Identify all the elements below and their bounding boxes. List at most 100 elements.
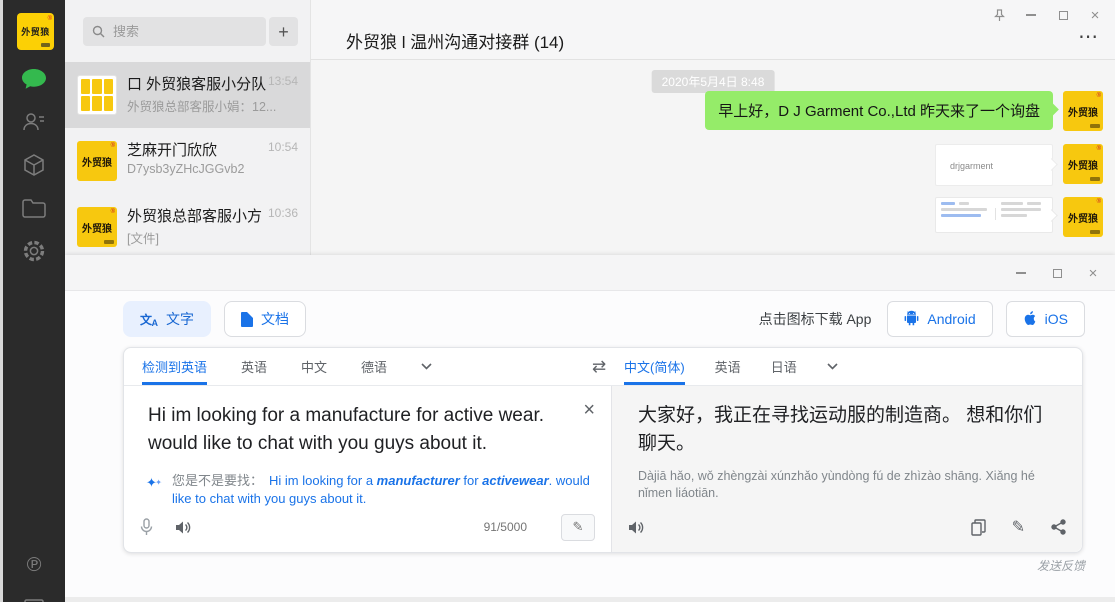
avatar-tile [104,79,113,94]
source-text[interactable]: Hi im looking for a manufacture for acti… [148,402,567,458]
avatar[interactable]: 外贸狼 ® [1063,91,1103,131]
avatar-mini-mark [1090,124,1100,128]
chat-list-item[interactable]: 外贸狼 ® 外贸狼总部客服小方 [文件] 10:36 [65,194,310,260]
app-logo[interactable]: 外贸狼 ® [17,13,54,50]
apple-icon [1023,310,1037,329]
search-icon [92,25,105,43]
chevron-down-icon[interactable] [421,363,432,370]
sidebar-item-link[interactable]: ℗ [3,548,65,582]
microphone-button[interactable] [140,518,153,536]
suggestion-prefix: 您是不是要找： [172,473,263,488]
date-badge: 2020年5月4日 8:48 [652,70,775,93]
translator-toolbar: 文 A 文字 文档 点击图标下载 App Android iOS [123,301,1085,337]
avatar-mini-mark [1090,230,1100,234]
add-chat-button[interactable]: + [269,17,298,46]
chat-list-item[interactable]: 外贸狼 ® 芝麻开门欣欣 D7ysb3yZHcJGGvb2 10:54 [65,128,310,194]
search-row: + [65,0,310,62]
tab-source-english[interactable]: 英语 [241,348,267,385]
thumb-line [941,208,987,211]
avatar[interactable]: 外贸狼 ® [1063,197,1103,237]
avatar-text: 外贸狼 [1068,157,1098,172]
search-input[interactable] [83,17,266,46]
message-row: 早上好，D J Garment Co.,Ltd 昨天来了一个询盘 外贸狼 ® [705,91,1103,131]
swap-languages-button[interactable]: ⇄ [582,348,616,385]
maximize-button[interactable] [1049,265,1065,281]
avatar-tile [81,79,90,94]
logo-mini-mark [41,43,50,47]
registered-mark-icon: ® [48,16,52,22]
listen-translation-button[interactable] [628,520,645,535]
chat-item-subtitle: D7ysb3yZHcJGGvb2 [127,162,244,176]
android-icon [904,309,919,329]
sparkle-icon: ✦ ✦ [144,472,162,492]
image-message[interactable]: drjgarment [935,144,1053,186]
edit-source-button[interactable]: ✎ [561,514,595,541]
android-button[interactable]: Android [887,301,992,337]
edit-translation-button[interactable]: ✎ [1012,517,1025,537]
chat-item-subtitle: 外贸狼总部客服小娟：12... [127,96,276,115]
suggestion-text[interactable]: 您是不是要找：Hi im looking for a manufacturer … [172,472,591,508]
source-language-tabs: 检测到英语 英语 中文 德语 [142,348,432,385]
avatar[interactable]: 外贸狼 ® [1063,144,1103,184]
minimize-button[interactable] [1023,7,1039,23]
chat-item-time: 10:54 [268,140,298,154]
sparkle-small: ✦ [155,474,162,492]
clear-source-button[interactable]: × [583,400,595,420]
android-button-label: Android [927,311,975,327]
message-bubble[interactable]: 早上好，D J Garment Co.,Ltd 昨天来了一个询盘 [705,91,1053,130]
avatar: 外贸狼 ® [77,207,117,247]
close-button[interactable]: × [1087,7,1103,23]
search-box [83,17,266,46]
tab-source-chinese[interactable]: 中文 [301,348,327,385]
pinyin-transliteration: Dàjiā hǎo, wǒ zhèngzài xúnzhǎo yùndòng f… [638,468,1058,502]
listen-source-button[interactable] [175,520,192,535]
source-panel: Hi im looking for a manufacture for acti… [124,386,612,552]
sidebar-item-contacts[interactable] [3,105,65,139]
ios-button[interactable]: iOS [1006,301,1085,337]
tab-text[interactable]: 文 A 文字 [123,301,211,337]
pin-icon[interactable] [991,7,1007,23]
suggestion-correction: activewear [482,473,549,488]
tab-target-english[interactable]: 英语 [715,348,741,385]
chat-list-item[interactable]: 口 外贸狼客服小分队 外贸狼总部客服小娟：12... 13:54 [65,62,310,128]
thumb-line [959,202,969,205]
registered-mark-icon: ® [111,143,115,149]
registered-mark-icon: ® [1097,199,1101,205]
target-footer: ✎ [628,512,1066,542]
tab-target-japanese[interactable]: 日语 [771,348,797,385]
copy-button[interactable] [971,519,986,536]
thumb-line [1001,214,1027,217]
sidebar-item-files[interactable] [3,191,65,225]
tab-target-chinese-simplified[interactable]: 中文(简体) [624,348,685,385]
maximize-button[interactable] [1055,7,1071,23]
group-avatar [77,75,117,115]
tab-document[interactable]: 文档 [224,301,306,337]
spelling-suggestion: ✦ ✦ 您是不是要找： Hi im looking for a manufactu… [144,472,591,508]
language-bar: 检测到英语 英语 中文 德语 ⇄ 中文(简体) 英语 日语 [124,348,1082,386]
sidebar-item-monitor[interactable] [3,590,65,602]
translated-text[interactable]: 大家好，我正在寻找运动服的制造商。 想和你们聊天。 [638,402,1058,458]
chat-header: 外贸狼 l 温州沟通对接群 (14) × ⋯ [311,0,1115,60]
suggestion-correction: manufacturer [377,473,460,488]
tab-detected-language[interactable]: 检测到英语 [142,348,207,385]
chevron-down-icon[interactable] [827,363,838,370]
share-icon[interactable] [1051,519,1066,535]
translator-window-controls: × [1013,265,1101,281]
feedback-link[interactable]: 发送反馈 [1037,557,1085,574]
avatar-tile [92,96,101,111]
more-menu-button[interactable]: ⋯ [1078,24,1099,49]
character-counter: 91/5000 [484,520,527,534]
sidebar-item-chat[interactable] [3,62,65,96]
avatar-text: 外贸狼 [1068,210,1098,225]
avatar-mini-mark [1090,177,1100,181]
minimize-button[interactable] [1013,265,1029,281]
sidebar-item-products[interactable] [3,148,65,182]
chat-item-time: 10:36 [268,206,298,220]
close-button[interactable]: × [1085,265,1101,281]
suggestion-part: Hi im looking for a [269,473,377,488]
document-icon [241,312,253,327]
screenshot-message[interactable] [935,197,1053,233]
tab-source-german[interactable]: 德语 [361,348,387,385]
sidebar-item-settings[interactable] [3,234,65,268]
avatar-tile [92,79,101,94]
